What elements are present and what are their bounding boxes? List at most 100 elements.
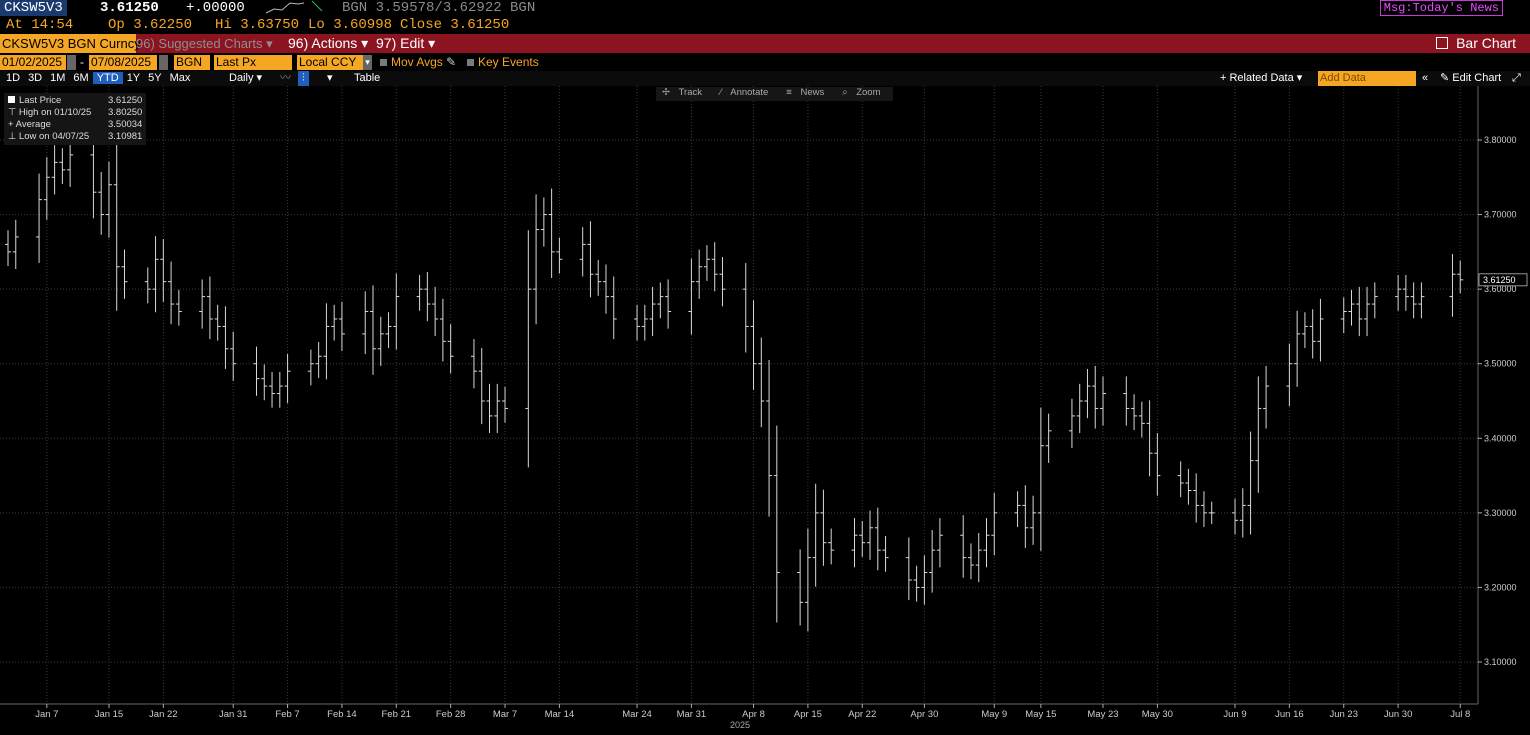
ohlc-bar [393, 273, 400, 350]
period-ytd[interactable]: YTD [92, 72, 123, 84]
edit-chart-button[interactable]: ✎ Edit Chart [1440, 71, 1501, 86]
ohlc-bar [1092, 365, 1099, 429]
ohlc-bar [688, 258, 695, 335]
ohlc-bar [121, 249, 128, 299]
ohlc-bar [657, 282, 664, 319]
chart-area[interactable]: 3.10000 3.20000 3.30000 3.40000 3.50000 3.600… [0, 86, 1530, 730]
period-1m[interactable]: 1M [46, 72, 69, 84]
mov-avgs-toggle[interactable]: Mov Avgs ✎ [380, 55, 456, 70]
high-price: Hi 3.63750 [215, 17, 300, 33]
y-tick-label: 3.70000 [1484, 210, 1517, 220]
y-tick-label: 3.10000 [1484, 657, 1517, 667]
todays-news-button[interactable]: Msg:Today's News [1379, 0, 1503, 16]
x-tick-label: Jan 22 [149, 709, 178, 720]
ohlc-bar [1371, 282, 1378, 319]
ohlc-bar [991, 492, 998, 556]
start-calendar-icon[interactable] [67, 55, 76, 70]
chart-legend: Last Price 3.61250 ⊤ High on 01/10/25 3.… [4, 93, 146, 145]
edit-menu[interactable]: 97) Edit ▾ [376, 34, 435, 53]
x-tick-label: Feb 28 [436, 709, 466, 720]
frequency-select[interactable]: Daily ▾ [229, 71, 262, 86]
currency-select[interactable]: Local CCY [297, 55, 363, 70]
ohlc-bar [1309, 309, 1316, 359]
ohlc-bar [711, 242, 718, 292]
ohlc-bar [1154, 433, 1161, 496]
period-5y[interactable]: 5Y [144, 72, 165, 84]
line-style-icon[interactable]: 〰 [280, 71, 291, 86]
ohlc-bar [494, 383, 501, 434]
add-data-input[interactable]: Add Data [1318, 71, 1416, 86]
ohlc-bar [851, 518, 858, 568]
end-date-field[interactable]: 07/08/2025 [89, 55, 157, 70]
average-marker-icon: + [8, 119, 16, 130]
actions-menu[interactable]: 96) Actions ▾ [288, 34, 368, 53]
x-tick-label: Mar 31 [677, 709, 707, 720]
date-separator: - [80, 55, 84, 69]
annotate-tool[interactable]: ⁄ Annotate [720, 87, 774, 98]
legend-average-label: Average [15, 119, 51, 130]
related-data-menu[interactable]: + Related Data ▾ [1220, 71, 1302, 86]
currency-dropdown-icon[interactable]: ▾ [363, 55, 372, 70]
ohlc-bar [362, 291, 369, 355]
ohlc-bar [983, 518, 990, 568]
legend-high-label: High on 01/10/25 [18, 107, 92, 118]
period-1y[interactable]: 1Y [123, 72, 144, 84]
ohlc-bar [1301, 312, 1308, 349]
y-tick-label: 3.50000 [1484, 359, 1517, 369]
key-events-toggle[interactable]: Key Events [467, 55, 539, 70]
ohlc-bar [1364, 286, 1371, 337]
period-6m[interactable]: 6M [69, 72, 92, 84]
bar-style-icon[interactable]: ⫶ [298, 71, 309, 86]
ohlc-bar [967, 543, 974, 580]
chart-style-dropdown-icon[interactable]: ▾ [327, 71, 333, 86]
pencil-icon: ✎ [446, 55, 457, 69]
ohlc-bar [59, 148, 66, 184]
ohlc-bar [1030, 495, 1037, 545]
ohlc-bar [1068, 398, 1075, 448]
security-field[interactable]: CKSW5V3 BGN Curncy [0, 34, 141, 53]
ohlc-bar [540, 197, 547, 247]
sparkline-graphic [265, 0, 323, 14]
legend-low-value: 3.10981 [108, 131, 143, 142]
period-1d[interactable]: 1D [2, 72, 24, 84]
bar-chart-button[interactable]: Bar Chart [1436, 34, 1516, 53]
x-tick-label: Apr 30 [910, 709, 938, 720]
table-button[interactable]: Table [354, 71, 380, 86]
zoom-tool[interactable]: ⌕ Zoom [842, 87, 886, 98]
ohlc-bar [960, 515, 967, 578]
news-tool[interactable]: ≡ News [786, 87, 830, 98]
suggested-charts-menu[interactable]: 96) Suggested Charts ▾ [136, 34, 273, 53]
ohlc-bar [1208, 501, 1215, 525]
legend-high: ⊤ High on 01/10/25 [8, 107, 91, 118]
y-axis: 3.100003.200003.300003.400003.500003.600… [1477, 86, 1528, 704]
price-field-select[interactable]: Last Px [214, 55, 292, 70]
ohlc-bar [253, 346, 260, 396]
ohlc-bar [307, 349, 314, 386]
x-tick-label: Apr 8 [742, 709, 765, 720]
ohlc-bar [929, 530, 936, 593]
ohlc-bar [1146, 400, 1153, 477]
y-tick-label: 3.30000 [1484, 508, 1517, 518]
ohlc-bar [261, 364, 268, 401]
price-chart[interactable]: 3.100003.200003.300003.400003.500003.600… [0, 86, 1530, 730]
ohlc-bar [804, 528, 811, 632]
start-date-field[interactable]: 01/02/2025 [0, 55, 66, 70]
settings-icon[interactable]: ⤢ [1512, 71, 1521, 86]
ohlc-bar [1177, 461, 1184, 498]
ohlc-bar [1193, 473, 1200, 523]
x-tick-label: Apr 22 [848, 709, 876, 720]
end-calendar-icon[interactable] [159, 55, 168, 70]
period-3d[interactable]: 3D [24, 72, 46, 84]
source-field[interactable]: BGN [174, 55, 210, 70]
period-tabs: 1D 3D 1M 6M YTD 1Y 5Y Max [2, 71, 194, 86]
x-tick-label: Jan 7 [35, 709, 58, 720]
annotate-label: Annotate [730, 87, 769, 98]
x-tick-label: Apr 15 [794, 709, 822, 720]
ohlc-bar [665, 279, 672, 329]
ticker-symbol[interactable]: CKSW5V3 [0, 0, 67, 16]
collapse-icon[interactable]: « [1422, 71, 1428, 86]
period-max[interactable]: Max [166, 72, 195, 84]
ohlc-bar [1200, 491, 1207, 528]
track-tool[interactable]: ✢ Track [662, 87, 708, 98]
ohlc-bar [206, 276, 213, 340]
